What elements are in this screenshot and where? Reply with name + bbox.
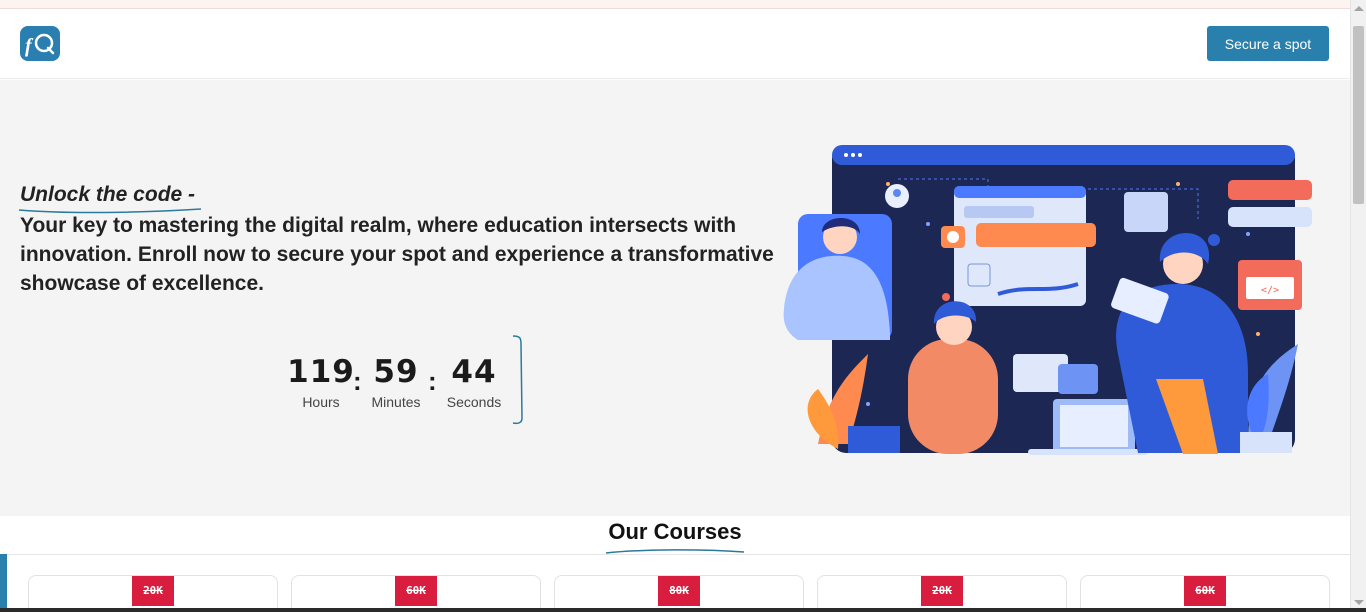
countdown-bracket bbox=[512, 335, 523, 425]
secure-spot-button[interactable]: Secure a spot bbox=[1207, 26, 1329, 61]
logo-icon: f bbox=[25, 33, 55, 57]
course-card[interactable]: 20K bbox=[817, 575, 1067, 612]
hours-label: Hours bbox=[302, 394, 340, 410]
price-badge: 60K bbox=[1184, 576, 1226, 606]
price-badge: 60K bbox=[395, 576, 437, 606]
hero-illustration: </> bbox=[783, 145, 1312, 455]
courses-heading: Our Courses bbox=[608, 519, 742, 544]
bottom-bar bbox=[0, 608, 1366, 612]
brand-logo[interactable]: f bbox=[20, 26, 60, 61]
site-header: f Secure a spot bbox=[0, 9, 1350, 79]
separator: : bbox=[428, 366, 437, 396]
price-badge: 20K bbox=[921, 576, 963, 606]
minutes-label: Minutes bbox=[371, 394, 421, 410]
course-card[interactable]: 20K bbox=[28, 575, 278, 612]
scrollbar-thumb[interactable] bbox=[1353, 26, 1364, 204]
course-card[interactable]: 60K bbox=[1080, 575, 1330, 612]
countdown-hours: 119 Hours bbox=[286, 354, 356, 410]
scroll-down-icon[interactable] bbox=[1354, 600, 1364, 605]
price-badge: 80K bbox=[658, 576, 700, 606]
hero-description: Your key to mastering the digital realm,… bbox=[20, 214, 774, 295]
svg-text:f: f bbox=[25, 35, 34, 57]
scroll-up-icon[interactable] bbox=[1354, 6, 1364, 11]
section-divider bbox=[0, 554, 1350, 555]
hero-section: Unlock the code - Your key to mastering … bbox=[0, 80, 1350, 516]
countdown-seconds: 44 Seconds bbox=[439, 354, 509, 410]
hero-tagline: Unlock the code - bbox=[20, 183, 196, 206]
svg-text:</>: </> bbox=[1261, 285, 1279, 296]
price-badge: 20K bbox=[132, 576, 174, 606]
minutes-value: 59 bbox=[373, 354, 419, 390]
seconds-value: 44 bbox=[451, 354, 497, 390]
left-accent-bar bbox=[0, 554, 7, 612]
hours-value: 119 bbox=[287, 354, 355, 390]
top-strip bbox=[0, 0, 1350, 9]
countdown-minutes: 59 Minutes bbox=[361, 354, 431, 410]
seconds-label: Seconds bbox=[446, 394, 502, 410]
course-card[interactable]: 60K bbox=[291, 575, 541, 612]
vertical-scrollbar[interactable] bbox=[1350, 0, 1366, 612]
course-card[interactable]: 80K bbox=[554, 575, 804, 612]
